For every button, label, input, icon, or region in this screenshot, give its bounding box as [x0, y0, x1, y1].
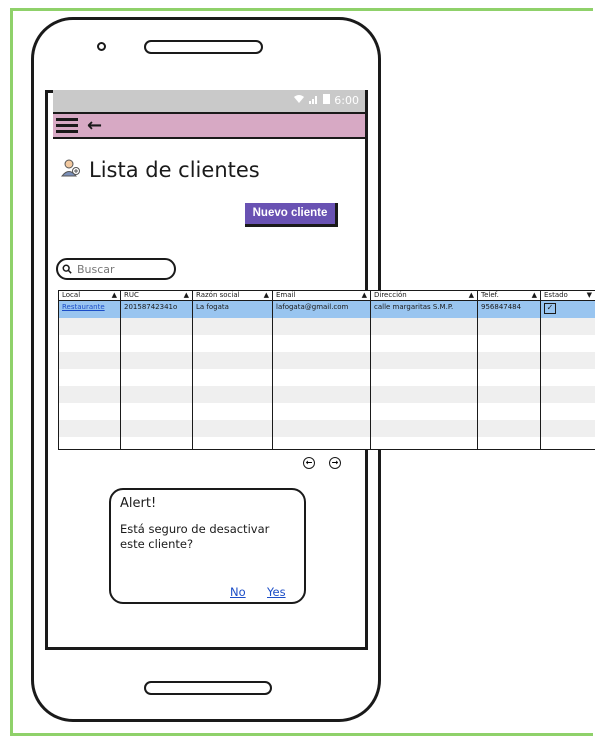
table-cell-telef: 956847484 — [478, 301, 541, 318]
alert-yes-button[interactable]: Yes — [267, 585, 286, 599]
previous-page-icon[interactable]: ← — [303, 457, 315, 469]
user-icon — [60, 158, 81, 182]
hamburger-menu-icon[interactable] — [56, 118, 78, 134]
sort-down-icon[interactable]: ▼ — [587, 291, 592, 300]
sort-up-icon[interactable]: ▲ — [264, 291, 269, 300]
speaker-slot — [144, 40, 263, 54]
status-bar: 6:00 — [53, 90, 365, 112]
page-header: Lista de clientes — [60, 158, 260, 182]
search-input[interactable] — [75, 261, 174, 277]
back-arrow-icon[interactable]: ← — [87, 115, 102, 136]
column-header-razon-social[interactable]: Razón social ▲ — [193, 291, 273, 301]
sort-up-icon[interactable]: ▲ — [532, 291, 537, 300]
alert-dialog: Alert! Está seguro de desactivar este cl… — [109, 488, 306, 604]
column-header-ruc[interactable]: RUC ▲ — [121, 291, 193, 301]
camera-icon — [97, 42, 106, 51]
page-title: Lista de clientes — [89, 158, 260, 182]
column-header-email[interactable]: Email ▲ — [273, 291, 371, 301]
alert-no-button[interactable]: No — [230, 585, 246, 599]
column-header-telef[interactable]: Telef. ▲ — [478, 291, 541, 301]
clients-table: Local ▲ RUC ▲ Razón social ▲ Email ▲ Direcci… — [58, 290, 595, 450]
column-header-estado[interactable]: Estado ▼ — [541, 291, 595, 301]
alert-message: Está seguro de desactivar este cliente? — [120, 522, 270, 551]
table-cell-ruc: 20158742341o — [121, 301, 193, 318]
alert-title: Alert! — [120, 496, 157, 511]
search-box[interactable] — [56, 258, 176, 280]
estado-checkbox[interactable]: ✓ — [544, 303, 556, 314]
search-icon — [62, 264, 72, 274]
sort-up-icon[interactable]: ▲ — [112, 291, 117, 300]
table-cell-email: lafogata@gmail.com — [273, 301, 371, 318]
status-time: 6:00 — [334, 93, 359, 107]
home-button[interactable] — [144, 681, 272, 695]
table-cell-razon-social: La fogata — [193, 301, 273, 318]
new-client-button[interactable]: Nuevo cliente — [245, 203, 338, 227]
app-bar: ← — [53, 112, 365, 139]
battery-icon — [323, 93, 331, 107]
pagination: ← → — [303, 457, 341, 469]
wifi-icon — [293, 94, 305, 107]
local-link[interactable]: Restaurante — [62, 303, 105, 311]
sort-up-icon[interactable]: ▲ — [184, 291, 189, 300]
column-header-local[interactable]: Local ▲ — [59, 291, 121, 301]
next-page-icon[interactable]: → — [329, 457, 341, 469]
table-cell-direccion: calle margaritas S.M.P. — [371, 301, 478, 318]
signal-icon — [309, 94, 319, 107]
sort-up-icon[interactable]: ▲ — [469, 291, 474, 300]
column-header-direccion[interactable]: Dirección ▲ — [371, 291, 478, 301]
sort-up-icon[interactable]: ▲ — [362, 291, 367, 300]
